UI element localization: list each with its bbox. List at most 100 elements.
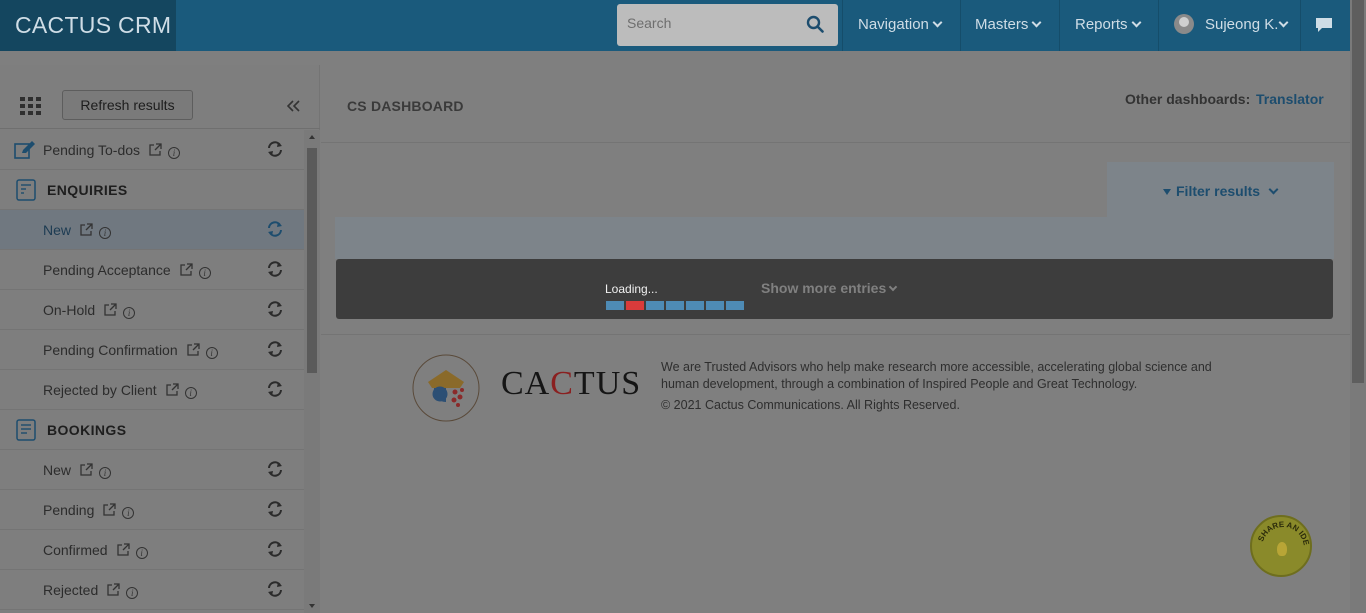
- sidebar-item-rejected-by-client[interactable]: Rejected by Client i: [0, 370, 304, 410]
- nav-menu-navigation[interactable]: Navigation: [842, 0, 960, 51]
- grid-menu-icon[interactable]: [20, 97, 41, 115]
- sidebar: Refresh results Pending To-dos i ENQUIRIE…: [0, 65, 320, 613]
- sidebar-item-bookings-rejected[interactable]: Rejected i: [0, 570, 304, 610]
- info-icon[interactable]: i: [123, 307, 136, 319]
- top-navbar: CACTUS CRM Navigation Masters Reports Su…: [0, 0, 1350, 51]
- sync-icon[interactable]: [266, 461, 284, 477]
- share-idea-button[interactable]: SHARE AN IDEA: [1250, 515, 1312, 577]
- sync-icon[interactable]: [266, 581, 284, 597]
- progress-block: [666, 301, 684, 310]
- sidebar-item-pending-confirmation[interactable]: Pending Confirmation i: [0, 330, 304, 370]
- sync-icon[interactable]: [266, 301, 284, 317]
- external-link-icon[interactable]: [103, 503, 117, 516]
- footer-copyright: © 2021 Cactus Communications. All Rights…: [661, 398, 960, 412]
- sidebar-item-label: Pending Acceptance: [43, 262, 171, 278]
- sidebar-item-on-hold[interactable]: On-Hold i: [0, 290, 304, 330]
- sidebar-item-bookings-new[interactable]: New i: [0, 450, 304, 490]
- chevron-down-icon: [1278, 17, 1289, 28]
- sidebar-item-label: Confirmed: [43, 542, 108, 558]
- sidebar-item-pending-todos[interactable]: Pending To-dos i: [0, 130, 304, 170]
- sidebar-section-enquiries: ENQUIRIES: [0, 170, 304, 210]
- sidebar-item-label: New: [43, 222, 72, 238]
- sidebar-item-enquiries-new[interactable]: New i: [0, 210, 304, 250]
- show-more-label: Show more entries: [761, 280, 887, 296]
- filter-results-label: Filter results: [1176, 183, 1261, 199]
- sidebar-header: Refresh results: [0, 65, 320, 129]
- external-link-icon[interactable]: [107, 583, 120, 596]
- info-icon[interactable]: i: [205, 347, 218, 359]
- page-scrollbar[interactable]: [1350, 0, 1366, 613]
- progress-block: [606, 301, 624, 310]
- info-icon[interactable]: i: [126, 587, 139, 599]
- info-icon[interactable]: i: [135, 547, 148, 559]
- scroll-down-arrow-icon[interactable]: [309, 604, 315, 608]
- info-icon[interactable]: i: [99, 227, 112, 239]
- show-more-entries-button[interactable]: Show more entries: [761, 280, 898, 296]
- sync-icon[interactable]: [266, 541, 284, 557]
- filter-results-button[interactable]: Filter results: [1163, 183, 1279, 199]
- external-link-icon[interactable]: [80, 223, 93, 236]
- sidebar-item-bookings-confirmed[interactable]: Confirmed i: [0, 530, 304, 570]
- info-icon[interactable]: i: [184, 387, 197, 399]
- sidebar-scrollbar[interactable]: [304, 130, 320, 613]
- loading-progress-indicator: [606, 301, 746, 311]
- avatar: [1174, 14, 1194, 34]
- scroll-up-arrow-icon[interactable]: [309, 135, 315, 139]
- document-icon: [16, 419, 36, 441]
- edit-icon: [14, 141, 35, 159]
- info-icon[interactable]: i: [168, 147, 181, 159]
- divider: [321, 334, 1350, 335]
- chevron-down-icon: [1031, 17, 1042, 28]
- sidebar-item-label: On-Hold: [43, 302, 96, 318]
- sidebar-list: Pending To-dos i ENQUIRIES New i Pending A…: [0, 130, 304, 613]
- dashboard-header: CS DASHBOARD Other dashboards: Translato…: [321, 65, 1350, 143]
- search-input[interactable]: [627, 15, 797, 31]
- loading-text: Loading...: [605, 282, 658, 296]
- info-icon[interactable]: i: [198, 267, 211, 279]
- sidebar-item-label: New: [43, 462, 72, 478]
- refresh-results-button[interactable]: Refresh results: [62, 90, 193, 120]
- sidebar-item-bookings-pending[interactable]: Pending i: [0, 490, 304, 530]
- sync-icon[interactable]: [266, 221, 284, 237]
- chevron-down-icon: [1131, 17, 1141, 28]
- sync-icon[interactable]: [266, 141, 284, 157]
- external-link-icon[interactable]: [80, 463, 93, 476]
- sync-icon[interactable]: [266, 261, 284, 277]
- external-link-icon[interactable]: [149, 143, 162, 156]
- info-icon[interactable]: i: [122, 507, 135, 519]
- footer-description: We are Trusted Advisors who help make re…: [661, 360, 1212, 391]
- sync-icon[interactable]: [266, 501, 284, 517]
- chevron-down-icon: [1268, 184, 1279, 195]
- search-icon[interactable]: [806, 15, 824, 33]
- chat-icon[interactable]: [1314, 16, 1334, 34]
- external-link-icon[interactable]: [180, 263, 193, 276]
- sidebar-item-label: Pending To-dos: [43, 142, 141, 158]
- section-label: ENQUIRIES: [47, 182, 128, 198]
- page-title: CS DASHBOARD: [347, 98, 464, 114]
- collapse-sidebar-icon[interactable]: [287, 99, 301, 113]
- translator-dashboard-link[interactable]: Translator: [1256, 91, 1324, 107]
- external-link-icon[interactable]: [104, 303, 117, 316]
- nav-menu-label: Navigation: [858, 16, 929, 33]
- sync-icon[interactable]: [266, 381, 284, 397]
- external-link-icon[interactable]: [186, 343, 200, 356]
- sidebar-item-label: Pending: [43, 502, 95, 518]
- progress-block: [626, 301, 644, 310]
- page-scrollbar-thumb[interactable]: [1352, 0, 1364, 383]
- external-link-icon[interactable]: [165, 383, 179, 396]
- app-logo[interactable]: CACTUS CRM: [0, 0, 176, 51]
- results-panel: [335, 217, 1334, 259]
- lightbulb-icon: [1277, 542, 1287, 556]
- sidebar-item-pending-acceptance[interactable]: Pending Acceptance i: [0, 250, 304, 290]
- document-icon: [16, 179, 36, 201]
- progress-block: [726, 301, 744, 310]
- nav-menu-masters[interactable]: Masters: [960, 0, 1059, 51]
- cactus-emblem-logo: [412, 354, 480, 422]
- nav-menu-reports[interactable]: Reports: [1059, 0, 1158, 51]
- sync-icon[interactable]: [266, 341, 284, 357]
- info-icon[interactable]: i: [99, 467, 112, 479]
- external-link-icon[interactable]: [116, 543, 130, 556]
- progress-block: [646, 301, 664, 310]
- progress-block: [706, 301, 724, 310]
- sidebar-scrollbar-thumb[interactable]: [307, 148, 317, 373]
